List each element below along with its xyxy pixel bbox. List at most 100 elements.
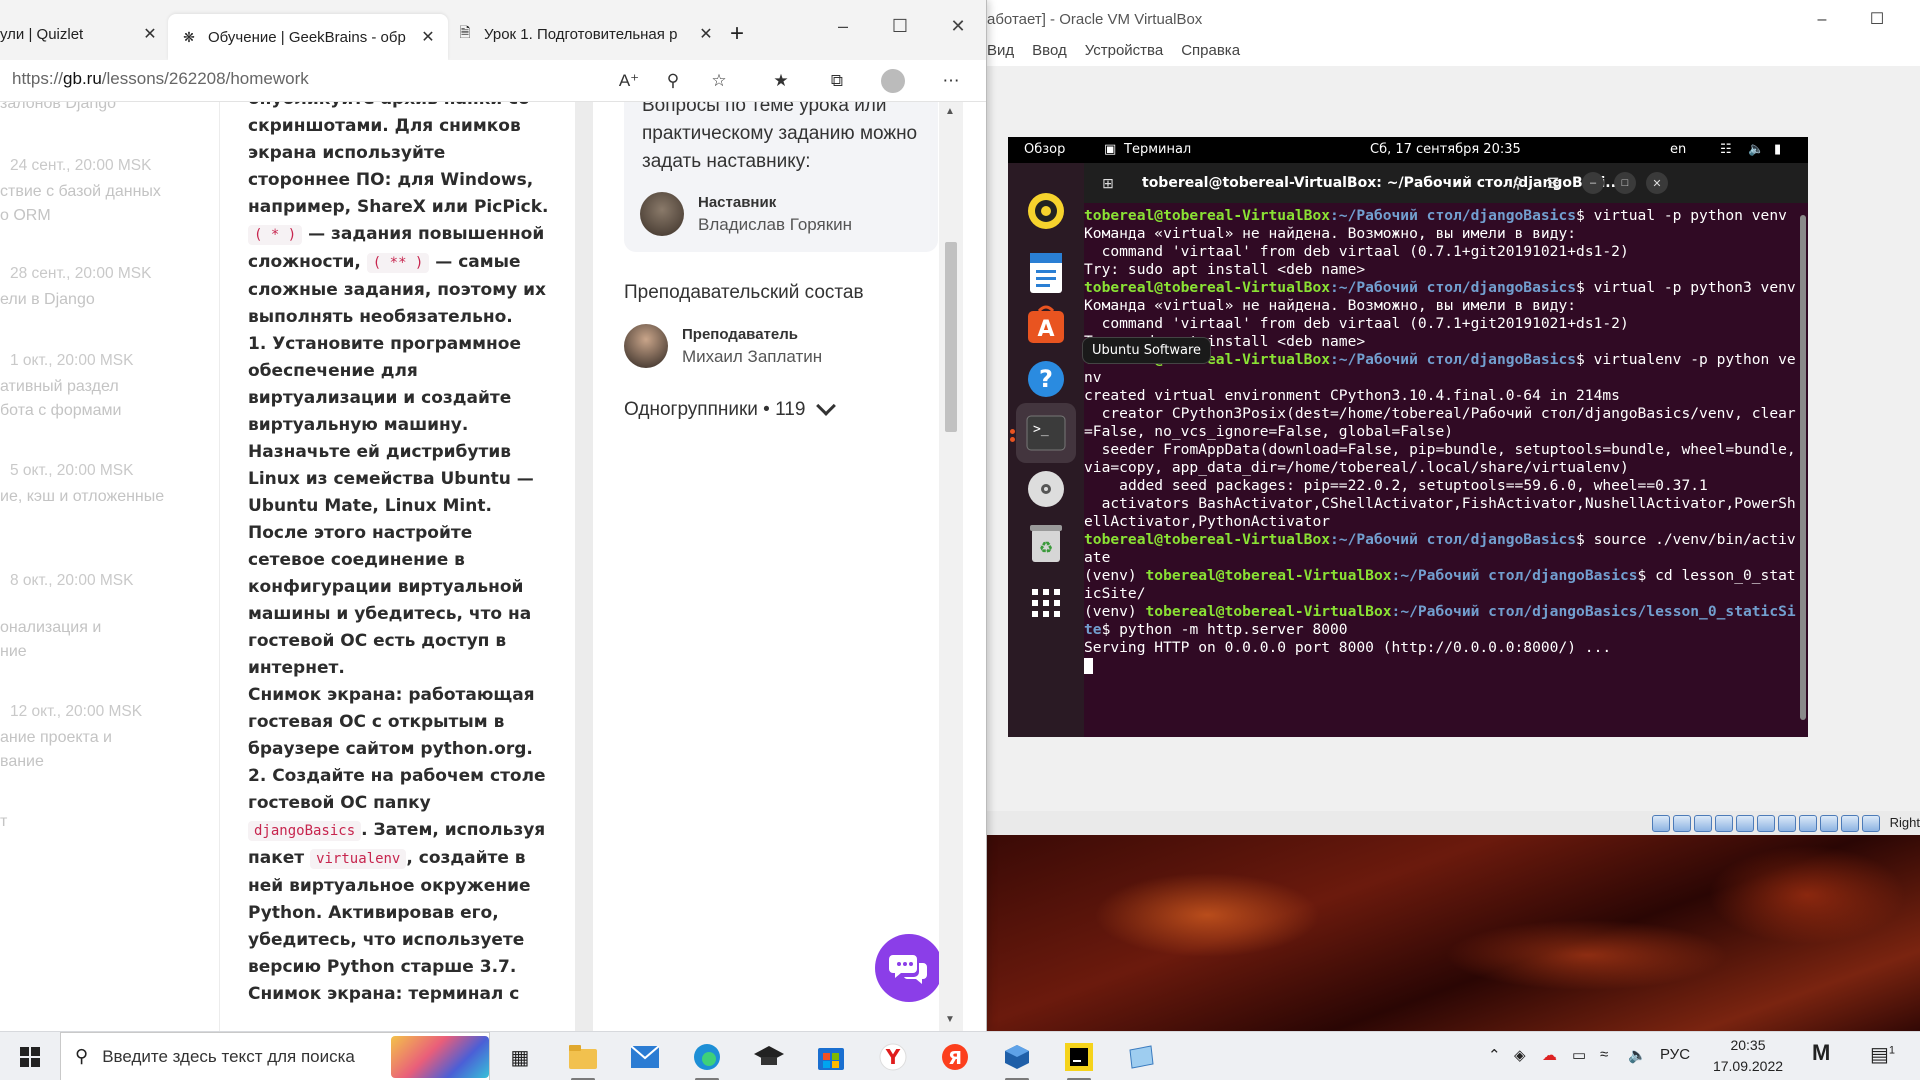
add-favorite-icon[interactable]: ☆ <box>706 68 732 94</box>
mail-icon[interactable] <box>625 1037 665 1077</box>
network-icon[interactable]: ☷ <box>1720 142 1732 157</box>
battery-icon[interactable]: ▭ <box>1572 1046 1586 1064</box>
optical-drive-icon[interactable] <box>1673 815 1691 832</box>
timeline-lesson[interactable]: онализация и ние <box>0 616 210 664</box>
audio-icon[interactable] <box>1694 815 1712 832</box>
ubuntu-software-icon[interactable]: A <box>1016 295 1076 355</box>
meet-now-icon[interactable]: ◈ <box>1514 1046 1526 1064</box>
show-applications-icon[interactable] <box>1016 573 1076 633</box>
battery-icon[interactable]: ▮ <box>1774 142 1781 157</box>
optical-disc-icon[interactable] <box>1016 459 1076 519</box>
timeline-lesson[interactable]: ание проекта и вание <box>0 726 210 774</box>
clock[interactable]: Сб, 17 сентября 20:35 <box>1370 142 1521 157</box>
cpu-icon[interactable] <box>1820 815 1838 832</box>
tab-lesson[interactable]: 🗎 Урок 1. Подготовительная р ✕ <box>456 16 726 52</box>
vbox-maximize-button[interactable]: ☐ <box>1865 8 1889 32</box>
network-icon[interactable] <box>1715 815 1733 832</box>
hamburger-menu-icon[interactable]: ☰ <box>1539 169 1567 197</box>
terminal-headerbar[interactable]: ⊞ tobereal@tobereal-VirtualBox: ~/Рабочи… <box>1084 163 1808 203</box>
timeline-lesson[interactable]: ативный раздел бота с формами <box>0 375 210 423</box>
timeline-lesson[interactable]: ие, кэш и отложенные <box>0 485 210 509</box>
graduation-cap-icon[interactable] <box>749 1037 789 1077</box>
terminal-dock-icon[interactable]: >_ <box>1016 403 1076 463</box>
classmates-toggle[interactable]: Одногруппники • 119 <box>624 396 837 421</box>
teacher[interactable]: Преподаватель Михаил Заплатин <box>624 324 822 368</box>
terminal-output[interactable]: tobereal@tobereal-VirtualBox:~/Рабочий с… <box>1084 203 1796 737</box>
new-tab-icon[interactable]: ⊞ <box>1094 169 1122 197</box>
menu-view[interactable]: Вид <box>987 40 1014 64</box>
terminal-scrollbar[interactable] <box>1800 215 1806 720</box>
volume-icon[interactable]: 🔈 <box>1748 142 1764 157</box>
display-icon[interactable] <box>1778 815 1796 832</box>
usb-icon[interactable] <box>1736 815 1754 832</box>
keyboard-layout[interactable]: en <box>1670 142 1686 157</box>
minimize-icon[interactable]: – <box>1582 172 1604 194</box>
file-explorer-icon[interactable] <box>563 1037 603 1080</box>
close-icon[interactable]: ✕ <box>696 24 716 44</box>
keyboard-icon[interactable] <box>1862 815 1880 832</box>
libreoffice-writer-icon[interactable] <box>1016 243 1076 303</box>
profile-avatar[interactable] <box>881 69 905 93</box>
collections-icon[interactable]: ⧉ <box>824 68 850 94</box>
mouse-integration-icon[interactable] <box>1841 815 1859 832</box>
read-aloud-icon[interactable]: A⁺ <box>616 68 642 94</box>
maximize-icon[interactable]: □ <box>1614 172 1636 194</box>
mentor[interactable]: Наставник Владислав Горякин <box>640 192 852 236</box>
new-tab-button[interactable]: + <box>730 16 760 52</box>
timeline-lesson[interactable]: ели в Django <box>0 288 210 312</box>
close-icon[interactable]: ✕ <box>140 24 160 44</box>
ubuntu-guest-screen[interactable]: Обзор ▣ Терминал Сб, 17 сентября 20:35 e… <box>1008 137 1808 737</box>
task-view-icon[interactable]: ▦ <box>500 1037 540 1077</box>
activities-button[interactable]: Обзор <box>1024 142 1065 157</box>
rhythmbox-icon[interactable] <box>1016 181 1076 241</box>
timeline-lesson[interactable]: ствие с базой данных о ORM <box>0 180 210 228</box>
scroll-down-icon[interactable]: ▼ <box>945 1014 955 1025</box>
input-language[interactable]: РУС <box>1660 1046 1690 1063</box>
start-button[interactable] <box>0 1032 60 1080</box>
help-icon[interactable]: ? <box>1016 349 1076 409</box>
notepad-icon[interactable] <box>1121 1037 1161 1077</box>
address-bar[interactable]: https://gb.ru/lessons/262208/homework A⁺… <box>0 60 986 102</box>
timeline-lesson[interactable]: т <box>0 810 210 834</box>
terminal-cursor-line[interactable] <box>1084 657 1796 675</box>
zoom-icon[interactable]: ⚲ <box>660 68 686 94</box>
close-window-icon[interactable]: ✕ <box>935 16 981 37</box>
minimize-icon[interactable]: – <box>820 16 866 37</box>
vbox-minimize-button[interactable]: – <box>1810 8 1834 32</box>
yandex-icon[interactable]: Я <box>935 1037 975 1077</box>
microsoft-store-icon[interactable] <box>811 1037 851 1077</box>
more-menu-icon[interactable]: ⋯ <box>938 68 964 94</box>
chat-button[interactable] <box>875 934 943 1002</box>
taskbar-search[interactable]: ⚲ Введите здесь текст для поиска <box>60 1032 490 1080</box>
active-app-label[interactable]: Терминал <box>1124 142 1191 157</box>
tab-geekbrains[interactable]: ❋ Обучение | GeekBrains - обр ✕ <box>168 14 448 60</box>
menu-input[interactable]: Ввод <box>1032 40 1067 64</box>
search-icon[interactable]: ⚲ <box>1504 169 1532 197</box>
shared-folders-icon[interactable] <box>1757 815 1775 832</box>
trash-icon[interactable]: ♻ <box>1016 513 1076 573</box>
url-field[interactable]: https://gb.ru/lessons/262208/homework <box>12 69 309 89</box>
volume-icon[interactable]: 🔈 <box>1628 1046 1647 1064</box>
terminal-window[interactable]: ⊞ tobereal@tobereal-VirtualBox: ~/Рабочи… <box>1084 163 1808 737</box>
wifi-icon[interactable]: ≈ <box>1600 1046 1608 1063</box>
show-hidden-icons[interactable]: ⌃ <box>1488 1046 1501 1064</box>
maximize-icon[interactable]: ☐ <box>877 16 923 37</box>
hard-disk-icon[interactable] <box>1652 815 1670 832</box>
scroll-thumb[interactable] <box>945 242 957 432</box>
yandex-browser-icon[interactable]: Y <box>873 1037 913 1077</box>
onedrive-icon[interactable]: ☁ <box>1542 1046 1557 1064</box>
notifications-icon[interactable]: ▤1 <box>1870 1042 1895 1067</box>
close-icon[interactable]: ✕ <box>418 27 438 47</box>
recording-icon[interactable] <box>1799 815 1817 832</box>
scroll-up-icon[interactable]: ▲ <box>945 106 955 117</box>
page-scrollbar[interactable]: ▲ ▼ <box>939 102 963 1031</box>
favorites-icon[interactable]: ★ <box>768 68 794 94</box>
menu-devices[interactable]: Устройства <box>1085 40 1163 64</box>
close-icon[interactable]: ✕ <box>1646 172 1668 194</box>
menu-help[interactable]: Справка <box>1181 40 1240 64</box>
taskbar-clock[interactable]: 20:35 17.09.2022 <box>1706 1035 1790 1077</box>
pycharm-icon[interactable] <box>1059 1037 1099 1080</box>
edge-browser-icon[interactable] <box>687 1037 727 1080</box>
miro-icon[interactable]: M <box>1812 1040 1830 1066</box>
virtualbox-titlebar[interactable]: аботает] - Oracle VM VirtualBox – ☐ <box>987 0 1920 40</box>
